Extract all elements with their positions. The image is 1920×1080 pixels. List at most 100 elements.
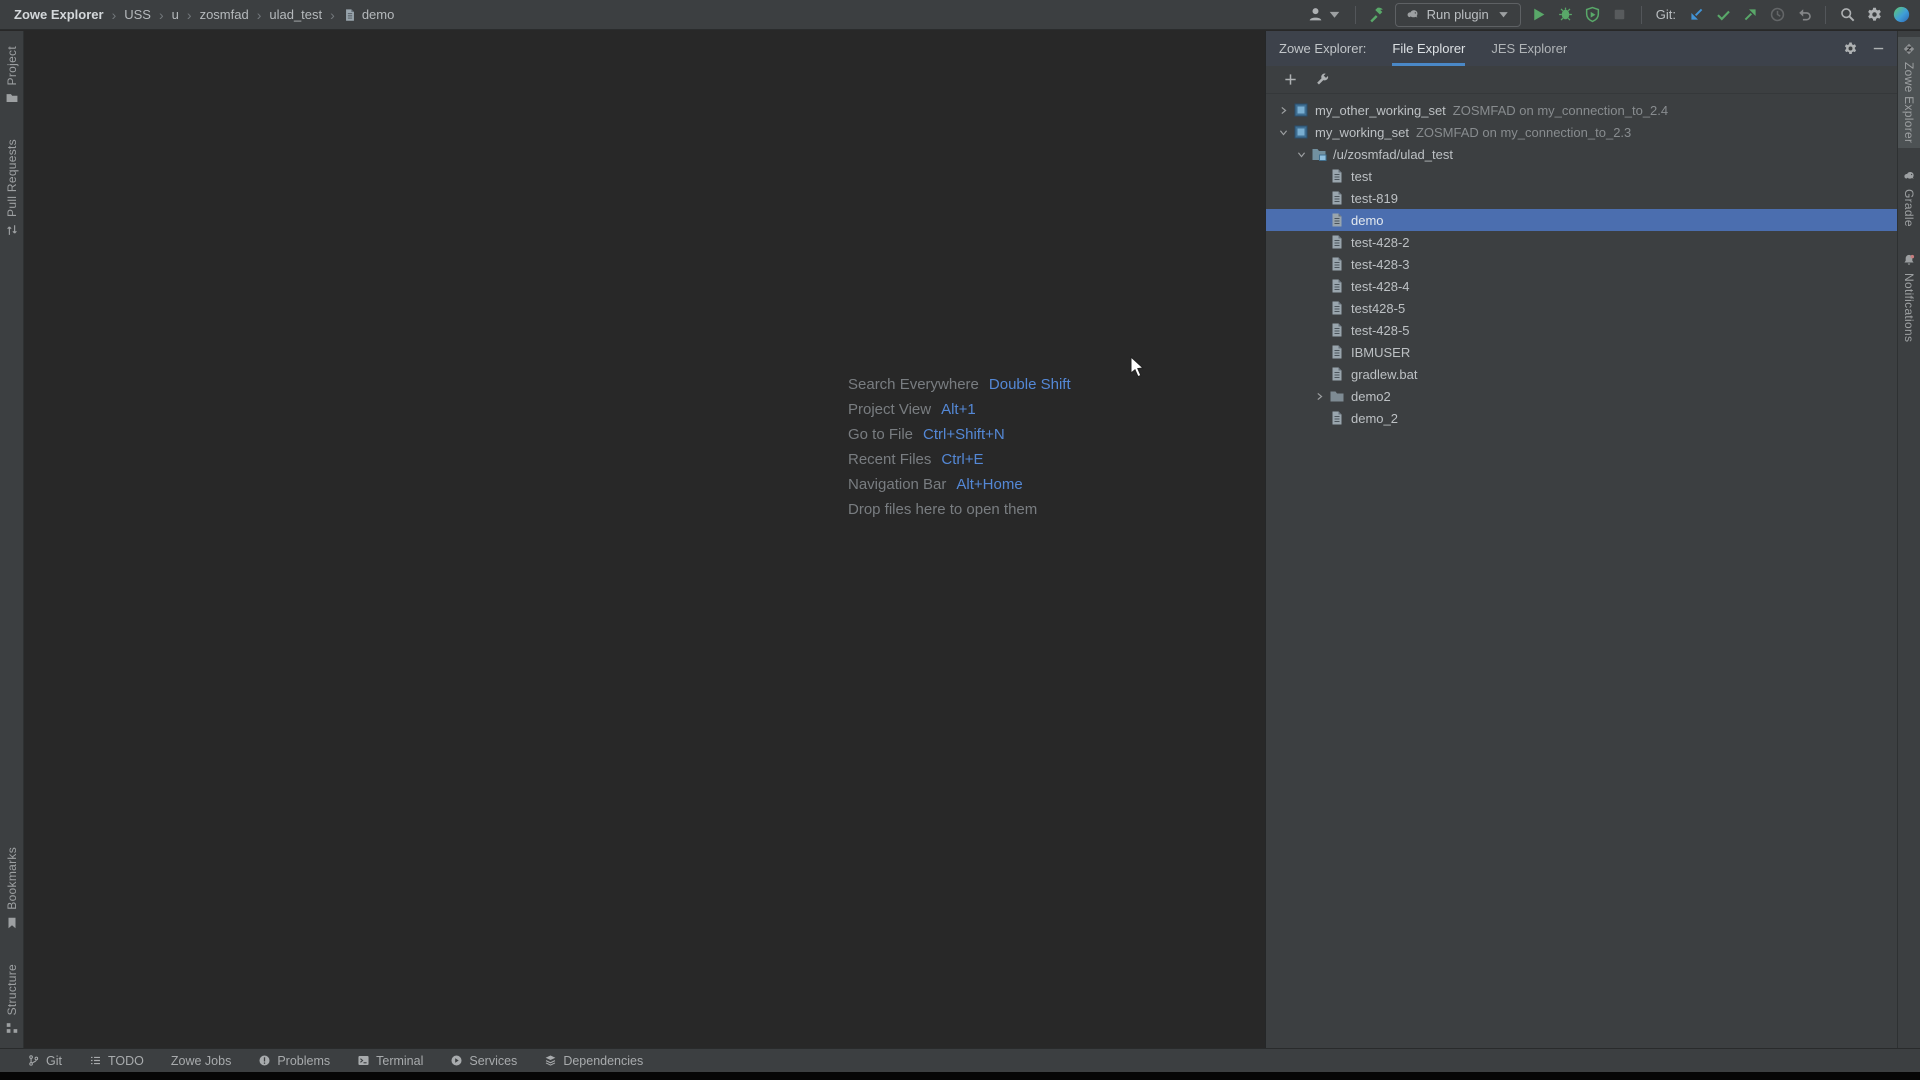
tree-item-u-zosmfad-ulad-test[interactable]: /u/zosmfad/ulad_test xyxy=(1266,143,1897,165)
breadcrumb-item-zowe-explorer[interactable]: Zowe Explorer xyxy=(14,7,104,22)
tree-item-label: test-428-2 xyxy=(1351,235,1410,250)
file-icon xyxy=(1329,322,1345,338)
search-button[interactable] xyxy=(1838,5,1856,25)
statusbar-item-zowe-jobs[interactable]: Zowe Jobs xyxy=(171,1054,231,1068)
avatar-button[interactable] xyxy=(1892,5,1910,25)
todo-icon xyxy=(89,1054,102,1067)
shortcut-hint-key: Alt+Home xyxy=(956,476,1022,493)
shortcut-hint-row: Go to FileCtrl+Shift+N xyxy=(848,422,1071,447)
gradle-icon xyxy=(1405,7,1420,22)
settings-icon xyxy=(1866,6,1883,23)
chevron-slot[interactable] xyxy=(1292,149,1311,160)
stripe-button-structure[interactable]: Structure xyxy=(0,959,23,1040)
stripe-button-zowe-explorer[interactable]: Zowe Explorer xyxy=(1898,37,1920,148)
shortcut-hint-label: Go to File xyxy=(848,426,913,443)
tree-item-test-428-4[interactable]: test-428-4 xyxy=(1266,275,1897,297)
breadcrumb-separator: › xyxy=(104,7,125,23)
update-icon xyxy=(1688,6,1705,23)
run-button[interactable] xyxy=(1530,5,1548,25)
push-button[interactable] xyxy=(1741,5,1759,25)
coverage-button[interactable] xyxy=(1584,5,1602,25)
tab-file-explorer[interactable]: File Explorer xyxy=(1392,31,1465,66)
tree-item-demo[interactable]: demo xyxy=(1266,209,1897,231)
commit-button[interactable] xyxy=(1714,5,1732,25)
file-icon xyxy=(343,8,357,22)
stripe-button-label: Project xyxy=(5,46,19,85)
tree-item-demo-2[interactable]: demo_2 xyxy=(1266,407,1897,429)
chevron-slot[interactable] xyxy=(1274,127,1293,138)
breadcrumb-item-uss[interactable]: USS xyxy=(124,7,151,22)
update-button[interactable] xyxy=(1687,5,1705,25)
statusbar-item-todo[interactable]: TODO xyxy=(89,1054,144,1068)
tree-item-my-working-set[interactable]: my_working_setZOSMFAD on my_connection_t… xyxy=(1266,121,1897,143)
stripe-button-bookmarks[interactable]: Bookmarks xyxy=(0,842,23,935)
stripe-button-notifications[interactable]: Notifications xyxy=(1898,248,1920,347)
breadcrumb-separator: › xyxy=(322,7,343,23)
breadcrumb-item-u[interactable]: u xyxy=(172,7,179,22)
tree-item-label: test xyxy=(1351,169,1372,184)
run-configuration-combo[interactable]: Run plugin xyxy=(1395,3,1521,27)
tree-item-test-819[interactable]: test-819 xyxy=(1266,187,1897,209)
caret-down-icon xyxy=(1496,7,1511,22)
chevron-down-icon xyxy=(1296,149,1307,160)
breadcrumb-item-ulad-test[interactable]: ulad_test xyxy=(269,7,322,22)
tree-item-test-428-5[interactable]: test-428-5 xyxy=(1266,319,1897,341)
statusbar-item-label: TODO xyxy=(108,1054,144,1068)
tree-item-ibmuser[interactable]: IBMUSER xyxy=(1266,341,1897,363)
breadcrumb-separator: › xyxy=(179,7,200,23)
top-bar: Zowe Explorer›USS›u›zosmfad›ulad_test›de… xyxy=(0,0,1920,30)
tree-item-label: my_other_working_set xyxy=(1315,103,1446,118)
statusbar-item-label: Git xyxy=(46,1054,62,1068)
minimize-button[interactable] xyxy=(1869,39,1887,59)
breadcrumb-item-demo[interactable]: demo xyxy=(362,7,395,22)
notifications-icon xyxy=(1902,253,1916,267)
user-button[interactable] xyxy=(1307,5,1343,25)
left-stripe-top-group: Project Pull Requests xyxy=(0,41,23,242)
debug-button[interactable] xyxy=(1557,5,1575,25)
hammer-button[interactable] xyxy=(1368,5,1386,25)
shortcut-hint-label: Project View xyxy=(848,401,931,418)
chevron-slot[interactable] xyxy=(1274,105,1293,116)
tree-item-my-other-working-set[interactable]: my_other_working_setZOSMFAD on my_connec… xyxy=(1266,99,1897,121)
terminal-icon xyxy=(357,1054,370,1067)
file-icon xyxy=(1329,256,1345,272)
wrench-button[interactable] xyxy=(1313,70,1331,90)
stripe-button-pull-requests[interactable]: Pull Requests xyxy=(0,134,23,242)
breadcrumb-separator: › xyxy=(151,7,172,23)
git-branch-icon xyxy=(27,1054,40,1067)
statusbar-item-dependencies[interactable]: Dependencies xyxy=(544,1054,643,1068)
chevron-slot[interactable] xyxy=(1310,391,1329,402)
statusbar-item-terminal[interactable]: Terminal xyxy=(357,1054,423,1068)
rollback-button[interactable] xyxy=(1795,5,1813,25)
tree-item-label: test428-5 xyxy=(1351,301,1405,316)
statusbar-item-git[interactable]: Git xyxy=(27,1054,62,1068)
shortcut-hint-rows: Search EverywhereDouble Shift Project Vie… xyxy=(848,372,1071,522)
structure-icon xyxy=(5,1021,19,1035)
tree-item-label: gradlew.bat xyxy=(1351,367,1418,382)
editor-shortcut-hints: Search EverywhereDouble Shift Project Vie… xyxy=(848,372,1071,522)
add-button[interactable] xyxy=(1281,70,1299,90)
stripe-button-project[interactable]: Project xyxy=(0,41,23,110)
statusbar-item-problems[interactable]: Problems xyxy=(258,1054,330,1068)
tree-item-gradlew-bat[interactable]: gradlew.bat xyxy=(1266,363,1897,385)
settings-button[interactable] xyxy=(1865,5,1883,25)
history-icon xyxy=(1769,6,1786,23)
toolbar-divider xyxy=(1641,6,1642,24)
statusbar-item-label: Zowe Jobs xyxy=(171,1054,231,1068)
status-bar: Git TODO Zowe Jobs Problems Terminal Services… xyxy=(0,1048,1920,1072)
ide-window: Zowe Explorer›USS›u›zosmfad›ulad_test›de… xyxy=(0,0,1920,1080)
tree-item-test-428-3[interactable]: test-428-3 xyxy=(1266,253,1897,275)
gear-button[interactable] xyxy=(1841,39,1859,59)
breadcrumb-item-zosmfad[interactable]: zosmfad xyxy=(200,7,249,22)
statusbar-item-label: Problems xyxy=(277,1054,330,1068)
editor-area[interactable] xyxy=(25,31,1265,1048)
statusbar-item-services[interactable]: Services xyxy=(450,1054,517,1068)
breadcrumb: Zowe Explorer›USS›u›zosmfad›ulad_test›de… xyxy=(14,7,394,23)
tab-jes-explorer[interactable]: JES Explorer xyxy=(1491,31,1567,66)
shortcut-hint-row: Search EverywhereDouble Shift xyxy=(848,372,1071,397)
tree-item-test428-5[interactable]: test428-5 xyxy=(1266,297,1897,319)
tree-item-demo2[interactable]: demo2 xyxy=(1266,385,1897,407)
stripe-button-gradle[interactable]: Gradle xyxy=(1898,164,1920,232)
tree-item-test[interactable]: test xyxy=(1266,165,1897,187)
tree-item-test-428-2[interactable]: test-428-2 xyxy=(1266,231,1897,253)
